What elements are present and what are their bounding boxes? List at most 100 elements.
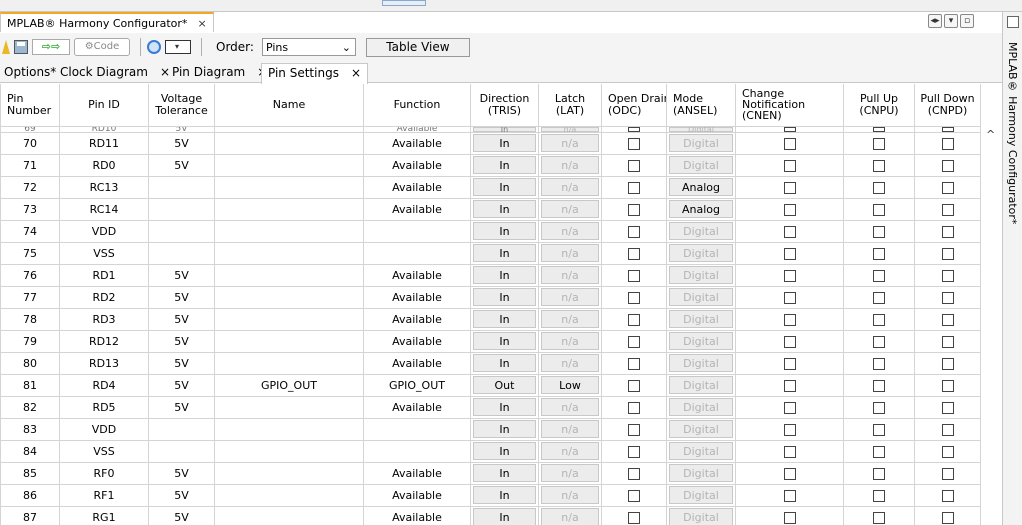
col-header-pin-number[interactable]: Pin Number xyxy=(0,84,60,127)
cell-name[interactable]: GPIO_OUT xyxy=(214,373,364,397)
cell-function[interactable] xyxy=(363,439,471,463)
direction-button[interactable]: In xyxy=(473,398,536,416)
pull-down-checkbox[interactable] xyxy=(941,247,954,260)
pull-up-checkbox[interactable] xyxy=(873,247,885,260)
cell-function[interactable]: Available xyxy=(363,307,471,331)
top-strip-button[interactable] xyxy=(382,0,426,6)
col-header-change-notification[interactable]: Change Notification (CNEN) xyxy=(735,84,844,127)
cell-function[interactable]: Available xyxy=(363,505,471,525)
open-drain-checkbox[interactable] xyxy=(628,357,640,370)
cell-name[interactable] xyxy=(214,351,364,375)
change-notification-checkbox[interactable] xyxy=(783,203,796,216)
open-drain-checkbox[interactable] xyxy=(628,203,640,216)
change-notification-checkbox[interactable] xyxy=(783,247,796,260)
pull-up-checkbox[interactable] xyxy=(873,225,885,238)
pull-up-checkbox[interactable] xyxy=(873,489,885,502)
side-panel-title[interactable]: MPLAB® Harmony Configurator* xyxy=(1006,42,1019,224)
mode-button[interactable]: Analog xyxy=(669,178,733,196)
change-notification-checkbox[interactable] xyxy=(783,159,796,172)
col-header-mode[interactable]: Mode (ANSEL) xyxy=(666,84,736,127)
minimize-icon[interactable]: ▾ xyxy=(944,14,958,28)
open-drain-checkbox[interactable] xyxy=(628,137,640,150)
direction-button[interactable]: In xyxy=(473,486,536,504)
pull-up-checkbox[interactable] xyxy=(873,127,885,131)
cell-function[interactable]: Available xyxy=(363,461,471,485)
editor-tab-harmony[interactable]: MPLAB® Harmony Configurator* × xyxy=(0,12,214,32)
change-notification-checkbox[interactable] xyxy=(783,423,796,436)
cell-function[interactable]: Available xyxy=(363,131,471,155)
cell-name[interactable] xyxy=(214,395,364,419)
change-notification-checkbox[interactable] xyxy=(783,489,796,502)
open-drain-checkbox[interactable] xyxy=(628,467,640,480)
open-drain-checkbox[interactable] xyxy=(628,127,640,131)
change-notification-checkbox[interactable] xyxy=(783,401,796,414)
direction-button[interactable]: In xyxy=(473,420,536,438)
cell-name[interactable] xyxy=(214,131,364,155)
cell-function[interactable]: Available xyxy=(363,197,471,221)
tab-pin-diagram[interactable]: Pin Diagram× xyxy=(172,63,267,83)
col-header-name[interactable]: Name xyxy=(214,84,364,127)
open-drain-checkbox[interactable] xyxy=(628,225,640,238)
pull-down-checkbox[interactable] xyxy=(941,127,954,131)
pull-down-checkbox[interactable] xyxy=(941,511,954,524)
cell-function[interactable] xyxy=(363,219,471,243)
maximize-icon[interactable]: ▫ xyxy=(960,14,974,28)
cell-function[interactable]: Available xyxy=(363,153,471,177)
col-header-direction[interactable]: Direction (TRIS) xyxy=(470,84,539,127)
pull-up-checkbox[interactable] xyxy=(873,137,885,150)
pull-up-checkbox[interactable] xyxy=(873,379,885,392)
cell-name[interactable] xyxy=(214,197,364,221)
col-header-pin-id[interactable]: Pin ID xyxy=(59,84,149,127)
open-drain-checkbox[interactable] xyxy=(628,181,640,194)
pull-up-checkbox[interactable] xyxy=(873,423,885,436)
view-menu-icon[interactable]: ▾ xyxy=(165,40,191,54)
change-notification-checkbox[interactable] xyxy=(783,357,796,370)
direction-button[interactable]: In xyxy=(473,178,536,196)
cell-function[interactable]: Available xyxy=(363,395,471,419)
warning-icon[interactable] xyxy=(2,40,10,54)
pull-down-checkbox[interactable] xyxy=(941,379,954,392)
pull-up-checkbox[interactable] xyxy=(873,291,885,304)
latch-button[interactable]: Low xyxy=(541,376,599,394)
open-drain-checkbox[interactable] xyxy=(628,379,640,392)
col-header-function[interactable]: Function xyxy=(363,84,471,127)
change-notification-checkbox[interactable] xyxy=(783,137,796,150)
pull-down-checkbox[interactable] xyxy=(941,445,954,458)
pull-down-checkbox[interactable] xyxy=(941,357,954,370)
col-header-pull-down[interactable]: Pull Down (CNPD) xyxy=(914,84,980,127)
tab-list-icon[interactable]: ◂▸ xyxy=(928,14,942,28)
cell-name[interactable] xyxy=(214,219,364,243)
direction-button[interactable]: In xyxy=(473,354,536,372)
sync-icon[interactable] xyxy=(147,40,161,54)
pull-up-checkbox[interactable] xyxy=(873,467,885,480)
pull-up-checkbox[interactable] xyxy=(873,511,885,524)
open-drain-checkbox[interactable] xyxy=(628,247,640,260)
direction-button[interactable]: In xyxy=(473,222,536,240)
direction-button[interactable]: In xyxy=(473,288,536,306)
tab-clock-diagram[interactable]: Clock Diagram × xyxy=(60,63,170,83)
change-notification-checkbox[interactable] xyxy=(783,181,796,194)
open-drain-checkbox[interactable] xyxy=(628,269,640,282)
change-notification-checkbox[interactable] xyxy=(783,379,796,392)
change-notification-checkbox[interactable] xyxy=(783,467,796,480)
restore-icon[interactable] xyxy=(1007,16,1019,28)
cell-name[interactable] xyxy=(214,461,364,485)
table-view-button[interactable]: Table View xyxy=(365,37,470,57)
pull-up-checkbox[interactable] xyxy=(873,203,885,216)
open-drain-checkbox[interactable] xyxy=(628,159,640,172)
col-header-open-drain[interactable]: Open Drain (ODC) xyxy=(601,84,667,127)
vertical-scrollbar[interactable]: ^ xyxy=(980,84,1002,525)
close-icon[interactable]: × xyxy=(351,66,361,80)
cell-function[interactable]: Available xyxy=(363,483,471,507)
open-drain-checkbox[interactable] xyxy=(628,511,640,524)
direction-button[interactable]: Out xyxy=(473,376,536,394)
change-notification-checkbox[interactable] xyxy=(783,313,796,326)
cell-name[interactable] xyxy=(214,285,364,309)
pull-down-checkbox[interactable] xyxy=(941,335,954,348)
scroll-up-icon[interactable]: ^ xyxy=(986,128,995,141)
pull-down-checkbox[interactable] xyxy=(941,401,954,414)
generate-code-button[interactable]: ⚙ Code xyxy=(74,38,130,56)
pull-up-checkbox[interactable] xyxy=(873,445,885,458)
cell-name[interactable] xyxy=(214,263,364,287)
cell-function[interactable]: Available xyxy=(363,285,471,309)
